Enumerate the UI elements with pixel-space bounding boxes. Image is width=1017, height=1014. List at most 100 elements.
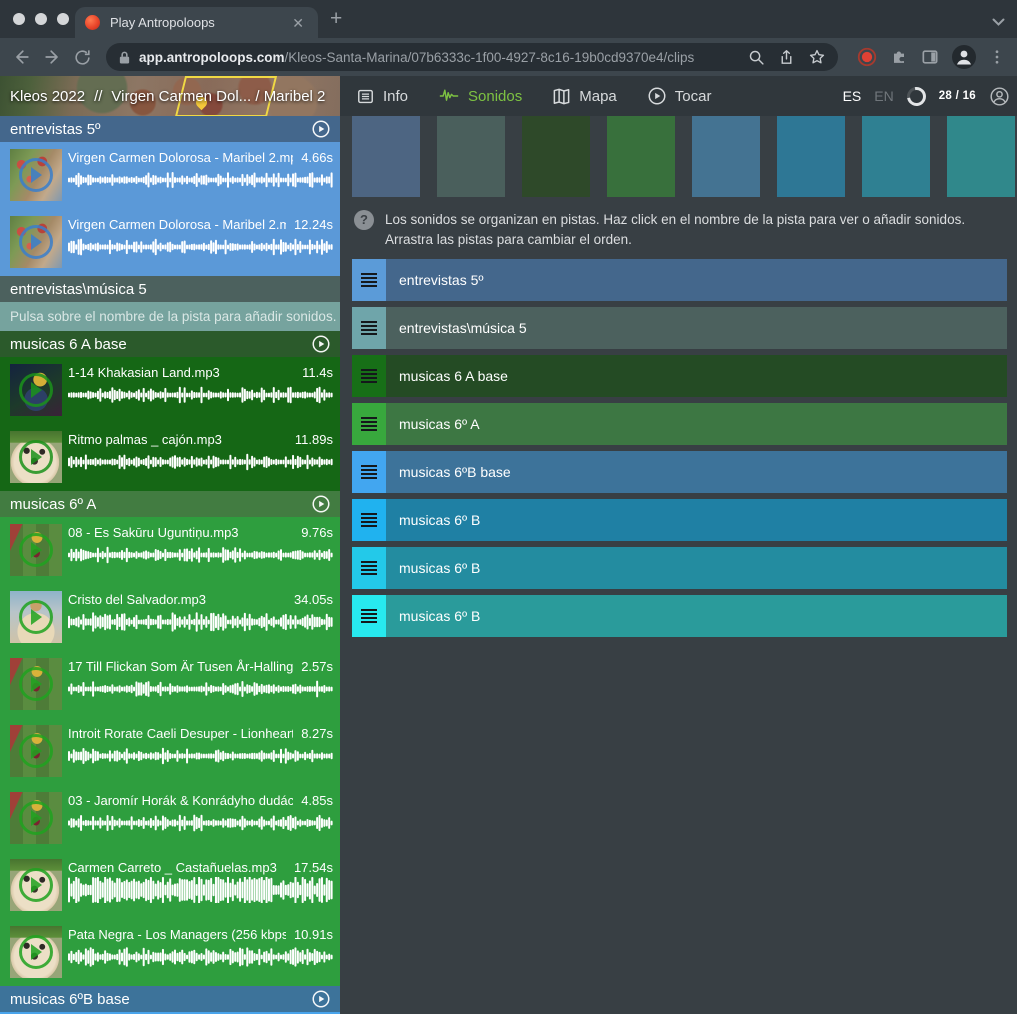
- drag-handle[interactable]: [352, 403, 386, 445]
- track-row[interactable]: entrevistas\música 5: [352, 307, 1007, 349]
- play-track-button[interactable]: [311, 334, 331, 354]
- browser-tab[interactable]: Play Antropoloops ✕: [75, 7, 318, 38]
- drag-handle[interactable]: [352, 547, 386, 589]
- clip-item[interactable]: 17 Till Flickan Som Är Tusen År-Halling …: [0, 651, 340, 718]
- clip-item[interactable]: 08 - Es Sakūru Uguntiņu.mp39.76s: [0, 517, 340, 584]
- track-section-header[interactable]: musicas 6º A: [0, 491, 340, 517]
- track-row-body[interactable]: entrevistas 5º: [386, 259, 1007, 301]
- bookmark-star-icon[interactable]: [808, 48, 826, 66]
- minimize-window-button[interactable]: [35, 13, 47, 25]
- forward-icon[interactable]: [40, 45, 64, 69]
- track-color-swatch[interactable]: [777, 116, 845, 197]
- clip-thumbnail[interactable]: [10, 216, 62, 268]
- drag-handle[interactable]: [352, 595, 386, 637]
- track-color-swatch[interactable]: [522, 116, 590, 197]
- nav-item-sonidos[interactable]: Sonidos: [438, 86, 522, 106]
- track-row-body[interactable]: musicas 6º B: [386, 499, 1007, 541]
- drag-handle[interactable]: [352, 307, 386, 349]
- record-icon[interactable]: [856, 46, 878, 68]
- breadcrumb-project[interactable]: Kleos 2022: [10, 88, 85, 105]
- track-row[interactable]: musicas 6 A base: [352, 355, 1007, 397]
- clip-item[interactable]: Pata Negra - Los Managers (256 kbps).mp3…: [0, 919, 340, 986]
- drag-handle[interactable]: [352, 451, 386, 493]
- lang-es-button[interactable]: ES: [843, 88, 862, 104]
- track-color-swatch[interactable]: [437, 116, 505, 197]
- track-section-header[interactable]: entrevistas\música 5: [0, 276, 340, 302]
- clip-item[interactable]: Virgen Carmen Dolorosa - Maribel 2.mp312…: [0, 209, 340, 276]
- profile-avatar-icon[interactable]: [951, 44, 977, 70]
- new-tab-button[interactable]: +: [330, 8, 342, 29]
- track-row[interactable]: musicas 6ºB base: [352, 451, 1007, 493]
- main-panel: ? Los sonidos se organizan en pistas. Ha…: [352, 116, 1017, 643]
- address-bar[interactable]: app.antropoloops.com/Kleos-Santa-Marina/…: [106, 43, 838, 71]
- track-row-body[interactable]: musicas 6ºB base: [386, 451, 1007, 493]
- close-window-button[interactable]: [13, 13, 25, 25]
- clip-thumbnail[interactable]: [10, 658, 62, 710]
- share-icon[interactable]: [778, 49, 795, 66]
- track-row[interactable]: musicas 6º B: [352, 499, 1007, 541]
- play-track-button[interactable]: [311, 119, 331, 139]
- clip-thumbnail[interactable]: [10, 431, 62, 483]
- menu-dots-icon[interactable]: [988, 48, 1006, 66]
- track-section-header[interactable]: musicas 6 A base: [0, 331, 340, 357]
- track-color-swatch[interactable]: [692, 116, 760, 197]
- drag-handle-icon: [361, 417, 377, 431]
- extensions-puzzle-icon[interactable]: [889, 47, 909, 67]
- clip-list: Virgen Carmen Dolorosa - Maribel 2.mp34.…: [0, 142, 340, 276]
- play-track-button[interactable]: [311, 989, 331, 1009]
- clip-item[interactable]: 1-14 Khakasian Land.mp311.4s: [0, 357, 340, 424]
- play-overlay-icon: [19, 935, 53, 969]
- back-icon[interactable]: [10, 45, 34, 69]
- drag-handle[interactable]: [352, 499, 386, 541]
- track-color-swatch[interactable]: [862, 116, 930, 197]
- side-panel-icon[interactable]: [920, 47, 940, 67]
- zoom-search-icon[interactable]: [748, 49, 765, 66]
- clip-item[interactable]: Introit Rorate Caeli Desuper - Lionheart…: [0, 718, 340, 785]
- track-section-header[interactable]: entrevistas 5º: [0, 116, 340, 142]
- tab-close-icon[interactable]: ✕: [288, 14, 308, 32]
- nav-item-mapa[interactable]: Mapa: [552, 87, 617, 106]
- clip-item[interactable]: Virgen Carmen Dolorosa - Maribel 2.mp34.…: [0, 142, 340, 209]
- clip-thumbnail[interactable]: [10, 149, 62, 201]
- maximize-window-button[interactable]: [57, 13, 69, 25]
- track-row-body[interactable]: entrevistas\música 5: [386, 307, 1007, 349]
- clip-name: Pata Negra - Los Managers (256 kbps).mp3: [68, 927, 286, 942]
- clip-thumbnail[interactable]: [10, 792, 62, 844]
- reload-icon[interactable]: [70, 45, 94, 69]
- track-row-body[interactable]: musicas 6 A base: [386, 355, 1007, 397]
- track-row[interactable]: musicas 6º B: [352, 595, 1007, 637]
- clip-waveform: [68, 944, 333, 970]
- tab-search-chevron-icon[interactable]: [992, 14, 1005, 32]
- track-row-body[interactable]: musicas 6º B: [386, 547, 1007, 589]
- clip-item[interactable]: Carmen Carreto _ Castañuelas.mp317.54s: [0, 852, 340, 919]
- track-row[interactable]: musicas 6º B: [352, 547, 1007, 589]
- track-row[interactable]: musicas 6º A: [352, 403, 1007, 445]
- clip-duration: 11.89s: [295, 432, 333, 447]
- nav-item-tocar[interactable]: Tocar: [647, 86, 712, 106]
- account-icon[interactable]: [989, 86, 1010, 107]
- nav-item-info[interactable]: Info: [356, 87, 408, 106]
- track-row-body[interactable]: musicas 6º A: [386, 403, 1007, 445]
- track-section-header[interactable]: musicas 6ºB base: [0, 986, 340, 1012]
- clip-thumbnail[interactable]: [10, 524, 62, 576]
- clip-waveform: [68, 676, 333, 702]
- drag-handle[interactable]: [352, 259, 386, 301]
- track-row[interactable]: entrevistas 5º: [352, 259, 1007, 301]
- lang-en-button[interactable]: EN: [874, 88, 893, 104]
- track-color-swatch[interactable]: [607, 116, 675, 197]
- drag-handle[interactable]: [352, 355, 386, 397]
- clip-thumbnail[interactable]: [10, 859, 62, 911]
- clip-thumbnail[interactable]: [10, 591, 62, 643]
- clip-thumbnail[interactable]: [10, 926, 62, 978]
- track-color-swatch[interactable]: [352, 116, 420, 197]
- clip-item[interactable]: Ritmo palmas _ cajón.mp311.89s: [0, 424, 340, 491]
- clip-thumbnail[interactable]: [10, 364, 62, 416]
- clip-thumbnail[interactable]: [10, 725, 62, 777]
- track-color-swatch[interactable]: [947, 116, 1015, 197]
- traffic-lights: [13, 13, 69, 25]
- clip-item[interactable]: 03 - Jaromír Horák & Konrádyho dudácká .…: [0, 785, 340, 852]
- clip-item[interactable]: Cristo del Salvador.mp334.05s: [0, 584, 340, 651]
- clip-waveform: [68, 167, 333, 193]
- play-track-button[interactable]: [311, 494, 331, 514]
- track-row-body[interactable]: musicas 6º B: [386, 595, 1007, 637]
